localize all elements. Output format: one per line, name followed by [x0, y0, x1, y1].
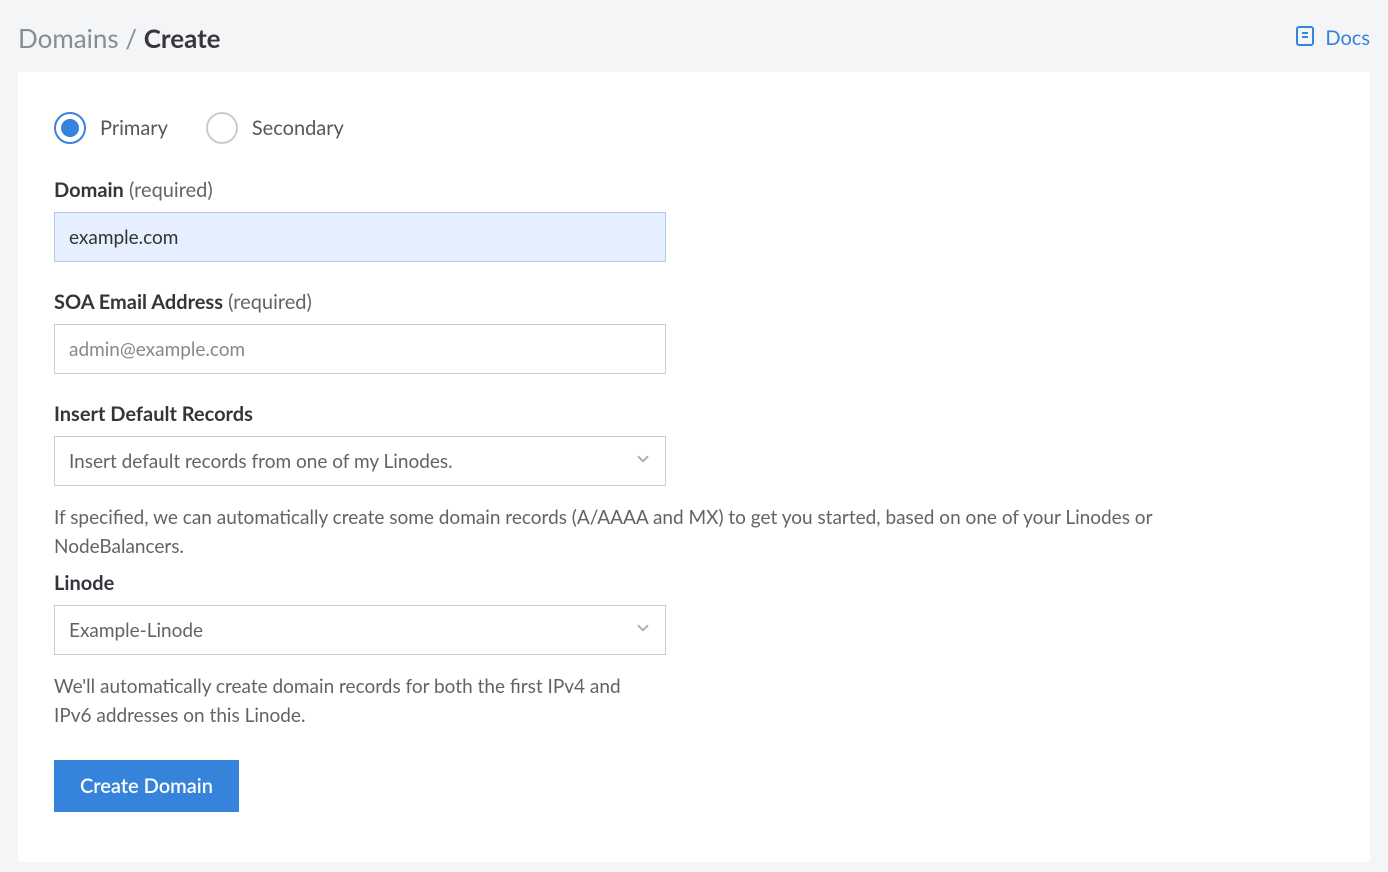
domain-label-required: (required): [124, 178, 213, 202]
create-domain-button[interactable]: Create Domain: [54, 760, 239, 812]
radio-dot-icon: [61, 119, 79, 137]
default-records-select[interactable]: Insert default records from one of my Li…: [54, 436, 666, 486]
domain-label-bold: Domain: [54, 178, 124, 202]
linode-help-text: We'll automatically create domain record…: [54, 673, 654, 730]
form-card: Primary Secondary Domain (required) SOA …: [18, 72, 1370, 862]
page-header: Domains / Create Docs: [0, 0, 1388, 72]
docs-icon: [1293, 24, 1317, 53]
soa-label-required: (required): [223, 290, 312, 314]
default-records-label-text: Insert Default Records: [54, 402, 253, 426]
breadcrumb-parent[interactable]: Domains: [18, 22, 119, 54]
breadcrumb-separator: /: [119, 22, 144, 54]
default-records-field-group: Insert Default Records Insert default re…: [54, 402, 1334, 561]
radio-primary-label: Primary: [100, 116, 168, 140]
soa-label: SOA Email Address (required): [54, 290, 1334, 314]
domain-field-group: Domain (required): [54, 178, 1334, 262]
breadcrumb-current: Create: [144, 22, 221, 54]
soa-label-bold: SOA Email Address: [54, 290, 223, 314]
linode-select-value: Example-Linode: [54, 605, 666, 655]
linode-label: Linode: [54, 571, 1334, 595]
soa-email-input[interactable]: [54, 324, 666, 374]
default-records-help-text: If specified, we can automatically creat…: [54, 504, 1254, 561]
soa-field-group: SOA Email Address (required): [54, 290, 1334, 374]
breadcrumb: Domains / Create: [18, 22, 221, 54]
radio-secondary[interactable]: Secondary: [206, 112, 344, 144]
domain-input[interactable]: [54, 212, 666, 262]
domain-type-radio-group: Primary Secondary: [54, 112, 1334, 144]
radio-primary[interactable]: Primary: [54, 112, 168, 144]
radio-circle-icon: [206, 112, 238, 144]
docs-link[interactable]: Docs: [1293, 24, 1370, 53]
radio-secondary-label: Secondary: [252, 116, 344, 140]
default-records-select-value: Insert default records from one of my Li…: [54, 436, 666, 486]
radio-circle-icon: [54, 112, 86, 144]
docs-label: Docs: [1325, 26, 1370, 50]
linode-select[interactable]: Example-Linode: [54, 605, 666, 655]
domain-label: Domain (required): [54, 178, 1334, 202]
default-records-label: Insert Default Records: [54, 402, 1334, 426]
